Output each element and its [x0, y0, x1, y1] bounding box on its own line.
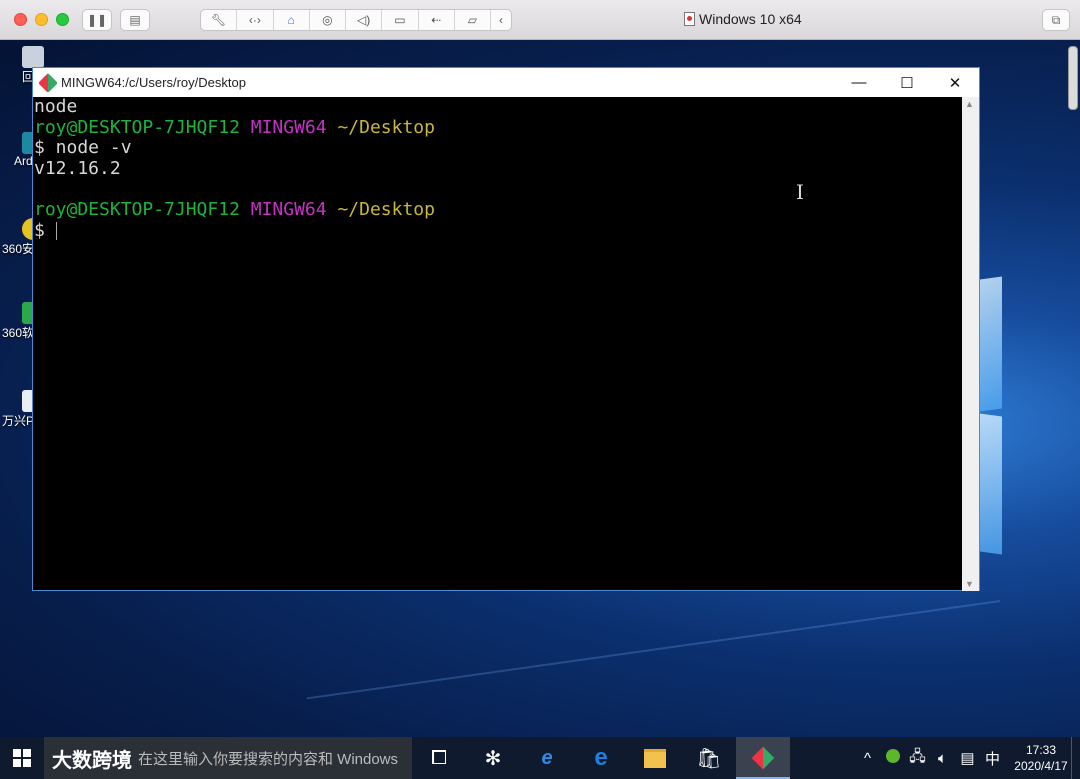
windows-logo-icon: [13, 749, 31, 767]
prompt-env: MINGW64: [250, 198, 327, 220]
taskbar: 大数跨境 在这里输入你要搜索的内容和 Windows ⧠ ✻ e e 🛍︎ ^ …: [0, 737, 1080, 779]
mouse-ibeam-cursor-icon: I: [796, 180, 804, 204]
prompt-user: roy@DESKTOP-7JHQF12: [34, 198, 240, 220]
speaker-icon[interactable]: ◁): [346, 10, 383, 30]
close-button[interactable]: ✕: [931, 68, 979, 97]
restore-window-icon: ⧉: [1051, 12, 1061, 27]
command-text: $ node -v: [34, 137, 132, 159]
tray-overflow-icon[interactable]: ^: [855, 750, 880, 767]
text-cursor: [55, 221, 57, 240]
edge-icon: e: [594, 744, 608, 771]
terminal-title: MINGW64:/c/Users/roy/Desktop: [61, 75, 246, 90]
snapshot-button[interactable]: ▤: [120, 9, 150, 31]
task-view-icon: ⧠: [431, 746, 447, 769]
close-icon: ✕: [948, 74, 962, 92]
scroll-down-icon[interactable]: ▼: [965, 579, 974, 589]
scroll-up-icon[interactable]: ▲: [965, 99, 974, 109]
maximize-button[interactable]: ☐: [883, 68, 931, 97]
360-tray-icon[interactable]: [880, 749, 905, 767]
fullscreen-button[interactable]: ⧉: [1042, 9, 1070, 31]
git-icon: [38, 72, 58, 93]
search-placeholder: 在这里输入你要搜索的内容和 Windows: [138, 750, 399, 768]
edge-button[interactable]: e: [574, 737, 628, 779]
terminal-scrollbar[interactable]: ▲ ▼: [962, 97, 979, 591]
pinwheel-app-button[interactable]: ✻: [466, 737, 520, 779]
prompt-line: roy@DESKTOP-7JHQF12 MINGW64 ~/Desktop: [34, 198, 964, 221]
recycle-bin-icon: [22, 46, 44, 68]
wallpaper-logo-pane: [980, 276, 1002, 412]
terminal-titlebar[interactable]: MINGW64:/c/Users/roy/Desktop — ☐ ✕: [33, 68, 979, 97]
git-icon: [751, 746, 775, 770]
prompt-path: ~/Desktop: [337, 198, 435, 220]
task-view-button[interactable]: ⧠: [412, 737, 466, 779]
search-box[interactable]: 大数跨境 在这里输入你要搜索的内容和 Windows: [44, 737, 412, 779]
chevron-left-icon[interactable]: ‹: [491, 10, 511, 30]
store-button[interactable]: 🛍︎: [682, 737, 736, 779]
prompt-env: MINGW64: [250, 116, 327, 138]
prompt-user: roy@DESKTOP-7JHQF12: [34, 116, 240, 138]
network-icon[interactable]: 🖧︎: [905, 746, 930, 771]
terminal-line: v12.16.2: [34, 157, 964, 180]
vm-window-title: Windows 10 x64: [684, 11, 802, 27]
snapshot-icon: ▤: [129, 13, 141, 27]
terminal-output[interactable]: node roy@DESKTOP-7JHQF12 MINGW64 ~/Deskt…: [33, 96, 964, 591]
wrench-icon[interactable]: 🔧︎: [201, 10, 238, 30]
clock[interactable]: 17:33 2020/4/17: [1011, 742, 1071, 774]
usb-icon[interactable]: ⇠: [419, 10, 455, 30]
vm-scrollbar[interactable]: [1068, 46, 1078, 110]
start-button[interactable]: [0, 737, 44, 779]
camera-icon[interactable]: ▭: [382, 10, 419, 30]
message-icon[interactable]: ▤: [955, 749, 980, 767]
pause-button[interactable]: ❚❚: [82, 9, 112, 31]
terminal-line: node: [34, 96, 964, 118]
output-text: v12.16.2: [34, 157, 121, 179]
maximize-icon: ☐: [900, 74, 914, 92]
prompt-path: ~/Desktop: [337, 116, 435, 138]
shared-folder-icon[interactable]: ▱: [455, 10, 491, 30]
vm-toolbar: 🔧︎ ‹·› ⌂ ◎ ◁) ▭ ⇠ ▱ ‹: [200, 9, 512, 31]
system-tray: ^ 🖧︎ 🔈︎ ▤ 中 17:33 2020/4/17: [855, 737, 1080, 779]
vm-document-icon: [684, 12, 695, 26]
internet-explorer-button[interactable]: e: [520, 737, 574, 779]
internet-explorer-icon: e: [541, 746, 553, 769]
code-brackets-icon[interactable]: ‹·›: [237, 10, 274, 30]
command-line: $ node -v: [34, 137, 964, 159]
clock-time: 17:33: [1025, 743, 1057, 757]
pause-icon: ❚❚: [86, 13, 108, 27]
output-text: node: [34, 96, 78, 117]
ime-indicator[interactable]: 中: [980, 748, 1005, 769]
input-line[interactable]: $: [34, 219, 964, 242]
hard-disk-icon[interactable]: ⌂: [274, 10, 310, 30]
watermark-text: 大数跨境: [52, 749, 132, 772]
wallpaper-beam: [306, 600, 1001, 700]
prompt-symbol: $: [34, 219, 56, 241]
show-desktop-button[interactable]: [1071, 737, 1080, 779]
pinwheel-app-icon: ✻: [484, 747, 502, 770]
file-explorer-button[interactable]: [628, 737, 682, 779]
minimize-button[interactable]: [35, 13, 48, 26]
webcam-icon[interactable]: ◎: [310, 10, 346, 30]
volume-icon[interactable]: 🔈︎: [930, 750, 955, 767]
vm-titlebar: ❚❚ ▤ 🔧︎ ‹·› ⌂ ◎ ◁) ▭ ⇠ ▱ ‹ Windows 10 x6…: [0, 0, 1080, 40]
clock-date: 2020/4/17: [1014, 759, 1068, 773]
terminal-window: MINGW64:/c/Users/roy/Desktop — ☐ ✕ node …: [32, 67, 980, 591]
git-bash-taskbar-button[interactable]: [736, 737, 790, 779]
prompt-line: roy@DESKTOP-7JHQF12 MINGW64 ~/Desktop: [34, 116, 964, 139]
minimize-button[interactable]: —: [835, 68, 883, 97]
close-button[interactable]: [14, 13, 27, 26]
vm-title-text: Windows 10 x64: [699, 11, 802, 27]
zoom-button[interactable]: [56, 13, 69, 26]
wallpaper-logo-pane: [980, 413, 1002, 555]
file-explorer-icon: [644, 748, 666, 768]
minimize-icon: —: [851, 74, 867, 91]
store-icon: 🛍︎: [696, 747, 722, 770]
